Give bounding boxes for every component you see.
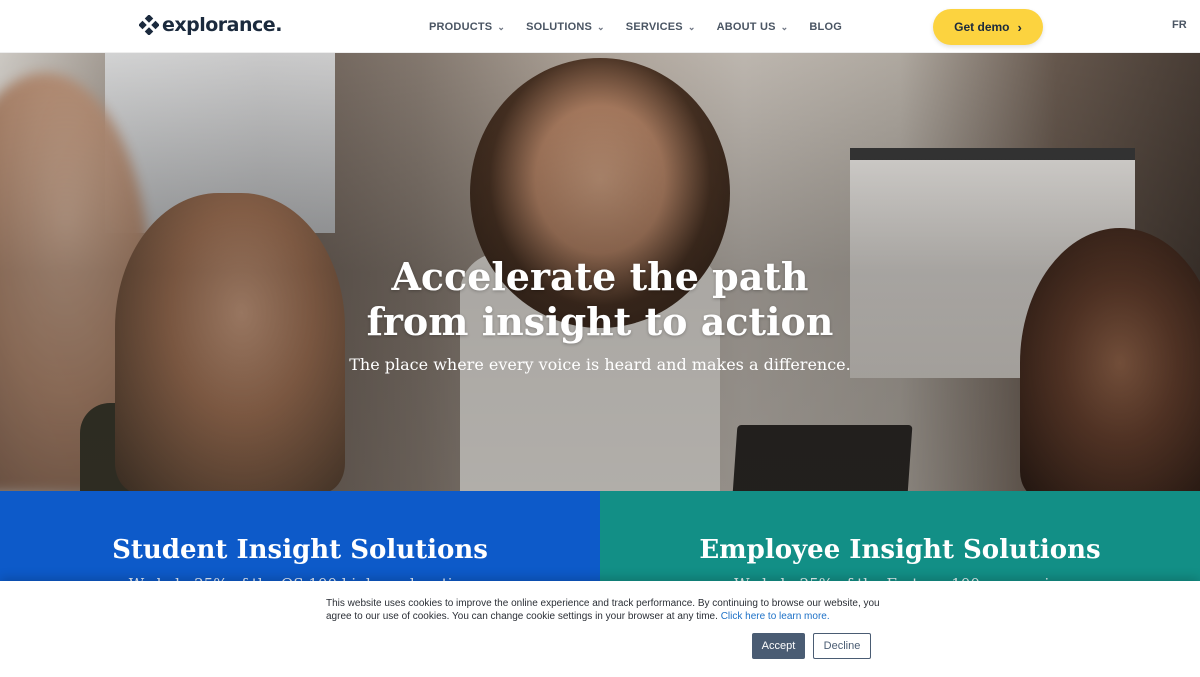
logo[interactable]: explorance. <box>139 14 282 36</box>
hero-subtitle: The place where every voice is heard and… <box>349 355 851 374</box>
language-switch[interactable]: FR <box>1172 19 1187 31</box>
main-nav: PRODUCTS ⌄ SOLUTIONS ⌄ SERVICES ⌄ ABOUT US ⌄… <box>429 0 863 53</box>
chevron-down-icon: ⌄ <box>687 22 696 32</box>
cookie-learn-more-link[interactable]: Click here to learn more. <box>721 611 830 622</box>
nav-services[interactable]: SERVICES ⌄ <box>626 21 696 33</box>
cookie-decline-button[interactable]: Decline <box>813 633 871 659</box>
chevron-down-icon: ⌄ <box>597 22 605 32</box>
logo-text: explorance. <box>162 14 282 36</box>
site-header: explorance. PRODUCTS ⌄ SOLUTIONS ⌄ SERVICE… <box>0 0 1200 53</box>
chevron-down-icon: ⌄ <box>497 22 506 32</box>
hero-title: Accelerate the path from insight to actio… <box>366 254 834 344</box>
logo-icon <box>139 15 159 35</box>
get-demo-button[interactable]: Get demo › <box>933 9 1043 45</box>
hero-text: Accelerate the path from insight to actio… <box>0 254 1200 374</box>
student-panel-title: Student Insight Solutions <box>112 535 488 565</box>
cookie-banner: This website uses cookies to improve the… <box>0 581 1200 677</box>
nav-about-us[interactable]: ABOUT US ⌄ <box>717 21 789 33</box>
cookie-accept-button[interactable]: Accept <box>752 633 805 659</box>
cookie-message: This website uses cookies to improve the… <box>326 598 880 622</box>
nav-products[interactable]: PRODUCTS ⌄ <box>429 21 505 33</box>
chevron-right-icon: › <box>1017 19 1022 35</box>
employee-panel-title: Employee Insight Solutions <box>699 535 1101 565</box>
nav-blog[interactable]: BLOG <box>809 21 842 33</box>
chevron-down-icon: ⌄ <box>780 22 789 32</box>
hero-section: Accelerate the path from insight to actio… <box>0 53 1200 491</box>
nav-solutions[interactable]: SOLUTIONS ⌄ <box>526 21 605 33</box>
